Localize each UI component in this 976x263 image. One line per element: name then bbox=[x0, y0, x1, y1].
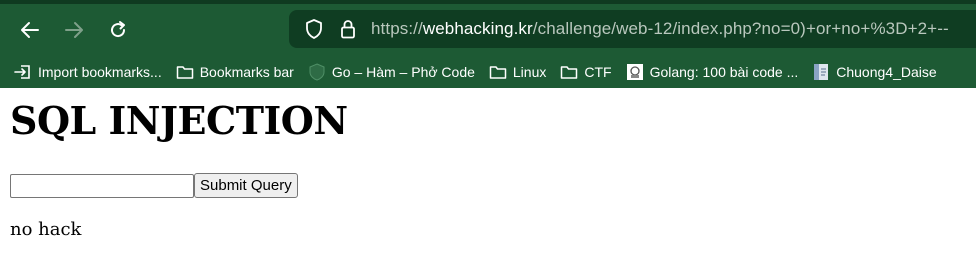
query-form: Submit Query bbox=[10, 173, 966, 198]
import-icon bbox=[14, 64, 32, 80]
bookmark-label: Chuong4_Daise bbox=[836, 64, 937, 80]
bookmark-label: Go – Hàm – Phở Code bbox=[331, 64, 475, 80]
bookmark-label: Import bookmarks... bbox=[38, 64, 162, 80]
reload-icon bbox=[108, 20, 128, 40]
back-button[interactable] bbox=[8, 10, 52, 50]
reload-button[interactable] bbox=[96, 10, 140, 50]
bookmark-ctf[interactable]: CTF bbox=[560, 59, 612, 85]
browser-toolbar: https://webhacking.kr/challenge/web-12/i… bbox=[0, 0, 976, 56]
arrow-left-icon bbox=[20, 20, 40, 40]
page-content: SQL INJECTION Submit Query no hack bbox=[0, 98, 976, 240]
query-input[interactable] bbox=[10, 173, 194, 198]
url-host: webhacking.kr bbox=[422, 19, 533, 38]
document-icon bbox=[812, 63, 830, 81]
bookmark-label: Bookmarks bar bbox=[199, 64, 294, 80]
url-text[interactable]: https://webhacking.kr/challenge/web-12/i… bbox=[371, 19, 949, 39]
lock-icon[interactable] bbox=[333, 14, 363, 44]
folder-icon bbox=[560, 64, 578, 80]
bookmark-linux[interactable]: Linux bbox=[489, 59, 546, 85]
submit-query-button[interactable]: Submit Query bbox=[194, 173, 298, 198]
bookmark-bookmarks-bar[interactable]: Bookmarks bar bbox=[176, 59, 294, 85]
bookmark-import[interactable]: Import bookmarks... bbox=[14, 59, 162, 85]
bookmark-go-ham-pho-code[interactable]: Go – Hàm – Phở Code bbox=[308, 59, 475, 85]
result-text: no hack bbox=[10, 219, 82, 240]
bookmark-golang[interactable]: Golang: 100 bài code ... bbox=[626, 59, 799, 85]
url-path: /challenge/web-12/index.php?no=0)+or+no+… bbox=[532, 19, 949, 38]
bookmark-label: Linux bbox=[512, 64, 547, 80]
site-icon bbox=[308, 63, 326, 81]
folder-icon bbox=[489, 64, 507, 80]
shield-icon[interactable] bbox=[299, 14, 329, 44]
address-bar[interactable]: https://webhacking.kr/challenge/web-12/i… bbox=[289, 10, 976, 48]
folder-icon bbox=[176, 64, 194, 80]
url-scheme: https:// bbox=[371, 19, 423, 38]
bookmark-label: Golang: 100 bài code ... bbox=[649, 64, 799, 80]
bookmarks-bar: Import bookmarks... Bookmarks bar Go – H… bbox=[0, 56, 976, 88]
bookmark-chuong4[interactable]: Chuong4_Daise bbox=[812, 59, 937, 85]
site-icon bbox=[626, 63, 644, 81]
arrow-right-icon bbox=[64, 20, 84, 40]
page-title: SQL INJECTION bbox=[10, 98, 348, 143]
forward-button[interactable] bbox=[52, 10, 96, 50]
bookmark-label: CTF bbox=[584, 64, 612, 80]
